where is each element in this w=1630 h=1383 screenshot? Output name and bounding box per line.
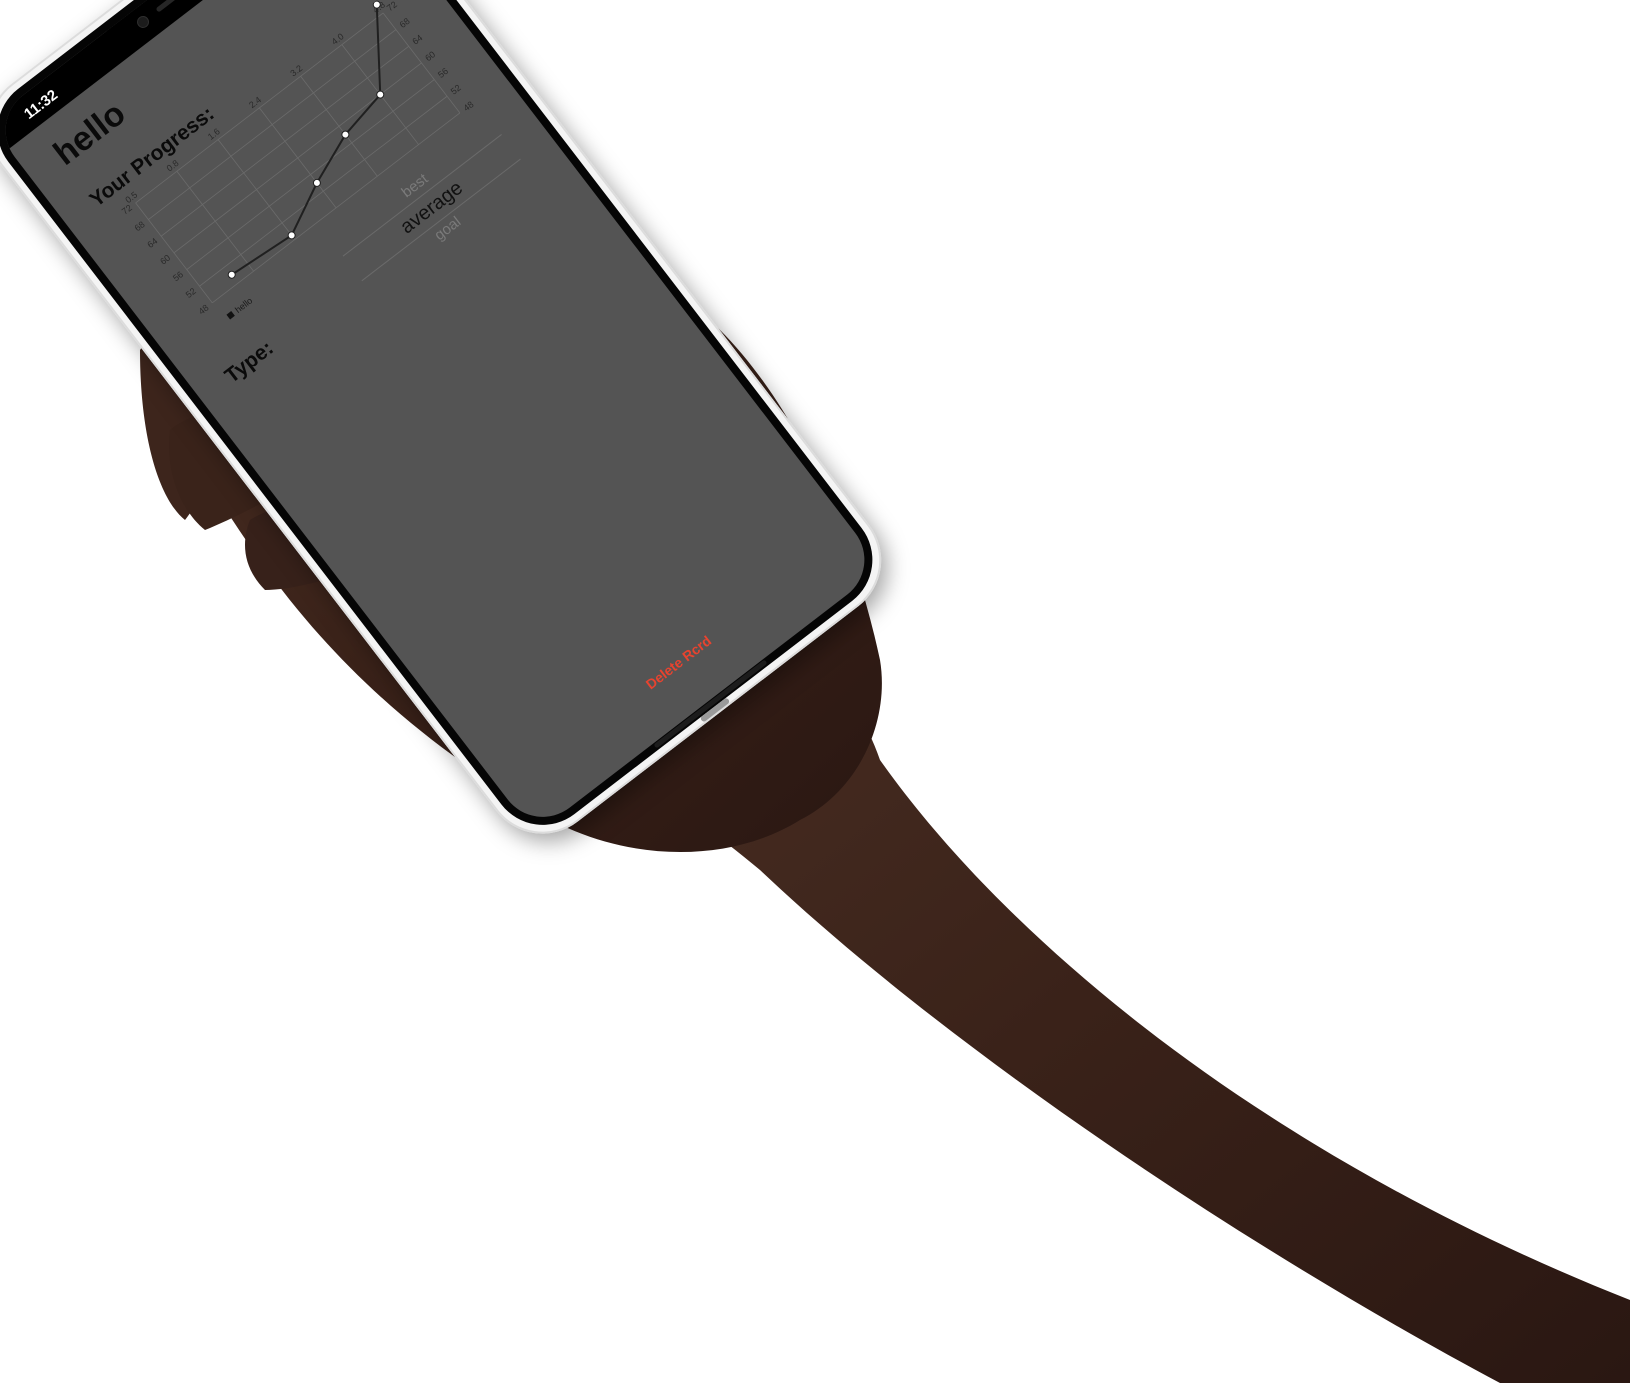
x-tick-label: 1.6 xyxy=(206,126,222,142)
x-axis-ticks: 0.50.81.62.43.24.04.8 xyxy=(123,0,387,205)
type-label: Type: xyxy=(220,336,278,388)
status-time: 11:32 xyxy=(20,86,62,123)
y-tick-label-left: 52 xyxy=(184,286,198,300)
data-point xyxy=(312,178,321,187)
y-tick-label-right: 68 xyxy=(398,16,412,30)
legend-label: hello xyxy=(233,295,254,315)
front-camera-icon xyxy=(134,13,152,31)
y-tick-label-left: 72 xyxy=(120,203,134,217)
y-tick-label-left: 48 xyxy=(197,303,211,317)
legend-swatch xyxy=(226,311,235,320)
earpiece-speaker xyxy=(155,0,197,13)
y-tick-label-left: 68 xyxy=(133,219,147,233)
y-axis-ticks-left: 48 52 56 60 64 68 72 xyxy=(120,203,211,317)
grid-line-horizontal xyxy=(135,12,384,204)
y-tick-label-right: 64 xyxy=(410,33,424,47)
y-tick-label-right: 72 xyxy=(385,0,399,13)
y-tick-label-right: 60 xyxy=(423,49,437,63)
y-tick-label-right: 48 xyxy=(462,99,476,113)
y-tick-label-right: 52 xyxy=(449,83,463,97)
x-tick-label: 3.2 xyxy=(288,63,304,79)
x-tick-label: 4.0 xyxy=(330,31,346,47)
chart-legend: hello xyxy=(226,295,254,320)
x-tick-label: 0.8 xyxy=(165,158,181,174)
y-tick-label-right: 56 xyxy=(436,66,450,80)
y-tick-label-left: 64 xyxy=(145,236,159,250)
y-tick-label-left: 60 xyxy=(158,253,172,267)
y-tick-label-left: 56 xyxy=(171,269,185,283)
x-tick-label: 2.4 xyxy=(247,95,263,111)
